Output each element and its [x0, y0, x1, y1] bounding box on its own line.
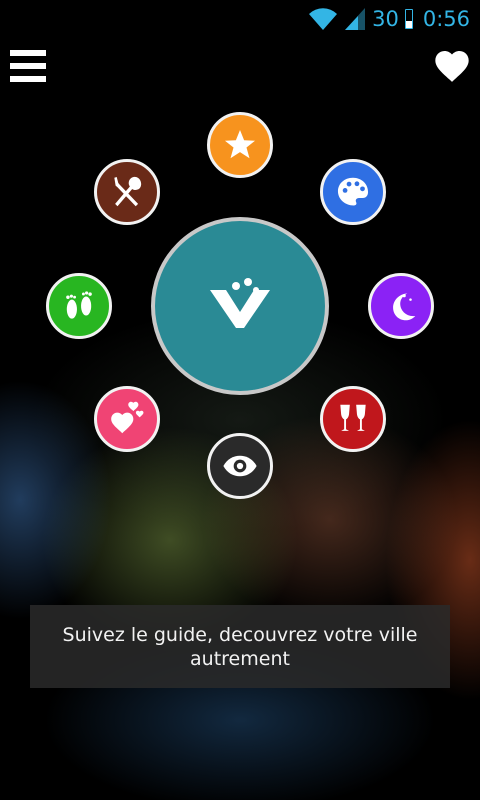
category-star-button[interactable] [207, 112, 273, 178]
signal-icon [345, 8, 366, 30]
hearts-icon [111, 401, 144, 434]
category-food-button[interactable] [94, 159, 160, 225]
category-drinks-button[interactable] [320, 386, 386, 452]
tagline-banner: Suivez le guide, decouvrez votre ville a… [30, 605, 450, 688]
status-bar: 30 0:56 [0, 0, 480, 38]
category-night-button[interactable] [368, 273, 434, 339]
battery-percent: 30 [372, 7, 399, 31]
wifi-icon [309, 8, 338, 31]
category-art-button[interactable] [320, 159, 386, 225]
tagline-text: Suivez le guide, decouvrez votre ville a… [62, 623, 418, 670]
palette-icon [337, 177, 369, 206]
champagne-icon [340, 404, 366, 431]
battery-icon [404, 9, 413, 29]
menu-icon[interactable] [10, 48, 46, 84]
category-sightseeing-button[interactable] [207, 433, 273, 499]
star-icon [224, 129, 256, 159]
fork-spoon-icon [114, 176, 142, 207]
eye-icon [223, 455, 257, 477]
heart-icon[interactable] [432, 46, 472, 86]
center-logo-button[interactable] [151, 217, 329, 395]
v-logo-icon [210, 278, 270, 328]
category-walk-button[interactable] [46, 273, 112, 339]
clock: 0:56 [422, 7, 470, 31]
category-love-button[interactable] [94, 386, 160, 452]
moon-icon [393, 293, 416, 321]
footprints-icon [66, 291, 92, 319]
